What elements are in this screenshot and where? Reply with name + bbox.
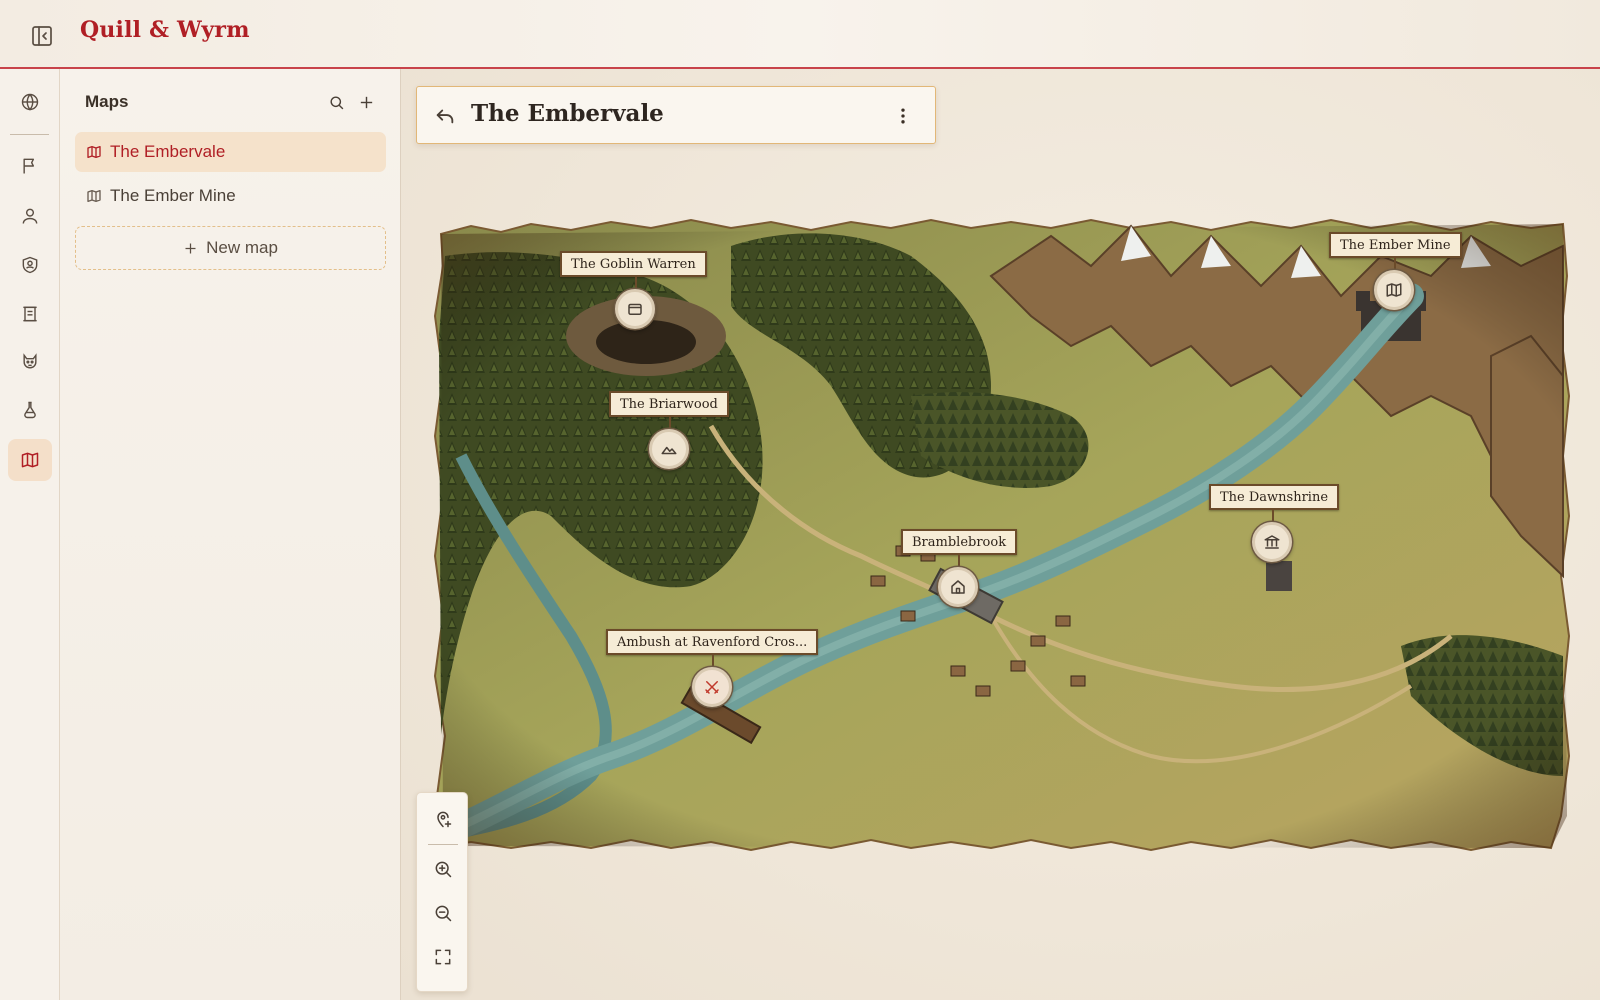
map-list-item-embervale[interactable]: The Embervale xyxy=(75,132,386,172)
plus-icon xyxy=(360,96,372,108)
top-bar: Quill & Wyrm xyxy=(0,0,1600,69)
cave-icon xyxy=(628,303,642,315)
rail-item-world[interactable] xyxy=(8,81,52,123)
plus-icon xyxy=(185,243,196,253)
new-map-label: New map xyxy=(206,238,278,257)
rail-item-lore[interactable] xyxy=(8,293,52,335)
zoom-in-icon xyxy=(435,861,452,878)
pin-label-briarwood[interactable]: The Briarwood xyxy=(609,391,729,417)
map-controls xyxy=(416,792,468,992)
add-pin-button[interactable] xyxy=(429,805,457,833)
fullscreen-icon xyxy=(435,949,451,965)
pin-label-dawnshrine[interactable]: The Dawnshrine xyxy=(1209,484,1340,510)
pin-dawnshrine[interactable] xyxy=(1252,522,1292,562)
pin-label-ember-mine[interactable]: The Ember Mine xyxy=(1329,232,1462,258)
maps-panel-title: Maps xyxy=(85,92,129,111)
icon-rail xyxy=(0,69,60,1000)
back-arrow-icon xyxy=(436,109,454,124)
fit-to-screen-button[interactable] xyxy=(429,943,457,971)
beast-icon xyxy=(23,353,37,369)
rail-item-maps[interactable] xyxy=(8,439,52,481)
pin-label-goblin-warren[interactable]: The Goblin Warren xyxy=(560,251,707,277)
zoom-out-button[interactable] xyxy=(429,899,457,927)
new-map-button[interactable]: New map xyxy=(75,226,386,270)
map-list-item-label: The Embervale xyxy=(110,142,226,161)
rail-item-bestiary[interactable] xyxy=(8,341,52,383)
map-icon xyxy=(21,452,39,468)
add-map-button[interactable] xyxy=(355,91,377,113)
map-view: The Embervale The Goblin Warren The Bria… xyxy=(401,69,1600,1000)
app-title: Quill & Wyrm xyxy=(80,17,250,43)
more-vertical-icon xyxy=(901,108,905,124)
pin-briarwood[interactable] xyxy=(649,429,689,469)
sidebar-toggle-button[interactable] xyxy=(28,22,56,50)
pin-ravenford-ambush[interactable] xyxy=(692,667,732,707)
zoom-out-icon xyxy=(435,905,452,922)
flask-icon xyxy=(24,401,36,419)
mountain-icon xyxy=(661,446,677,455)
more-options-button[interactable] xyxy=(889,102,917,130)
search-icon xyxy=(329,95,343,109)
pin-goblin-warren[interactable] xyxy=(615,289,655,329)
map-icon xyxy=(1386,283,1402,297)
flag-icon xyxy=(23,158,35,174)
maps-panel: Maps The Embervale The Ember Mine New ma… xyxy=(60,69,401,1000)
rail-item-factions[interactable] xyxy=(8,244,52,286)
rail-item-items[interactable] xyxy=(8,389,52,431)
pin-label-ravenford-ambush[interactable]: Ambush at Ravenford Cros... xyxy=(606,629,819,655)
rail-item-characters[interactable] xyxy=(8,195,52,237)
map-title: The Embervale xyxy=(471,100,664,127)
sidebar-toggle-icon xyxy=(32,26,52,46)
shield-person-icon xyxy=(22,256,38,274)
map-canvas[interactable]: The Goblin Warren The Briarwood Brambleb… xyxy=(431,216,1571,856)
back-button[interactable] xyxy=(431,102,459,130)
pin-label-bramblebrook[interactable]: Bramblebrook xyxy=(901,529,1018,555)
zoom-in-button[interactable] xyxy=(429,855,457,883)
map-icon xyxy=(86,188,102,204)
map-icon xyxy=(86,144,102,160)
crossed-swords-icon xyxy=(705,681,719,694)
rail-divider xyxy=(10,134,49,135)
map-list-item-label: The Ember Mine xyxy=(110,186,236,205)
add-pin-icon xyxy=(437,811,452,828)
house-icon xyxy=(951,580,965,594)
pin-bramblebrook[interactable] xyxy=(938,567,978,607)
pin-ember-mine[interactable] xyxy=(1374,270,1414,310)
search-maps-button[interactable] xyxy=(325,91,347,113)
person-icon xyxy=(22,208,38,224)
controls-divider xyxy=(428,844,458,845)
rail-item-quests[interactable] xyxy=(8,145,52,187)
globe-icon xyxy=(21,93,39,111)
scroll-icon xyxy=(23,306,37,322)
map-header: The Embervale xyxy=(416,86,936,144)
map-list-item-ember-mine[interactable]: The Ember Mine xyxy=(75,176,386,216)
temple-icon xyxy=(1264,535,1280,549)
